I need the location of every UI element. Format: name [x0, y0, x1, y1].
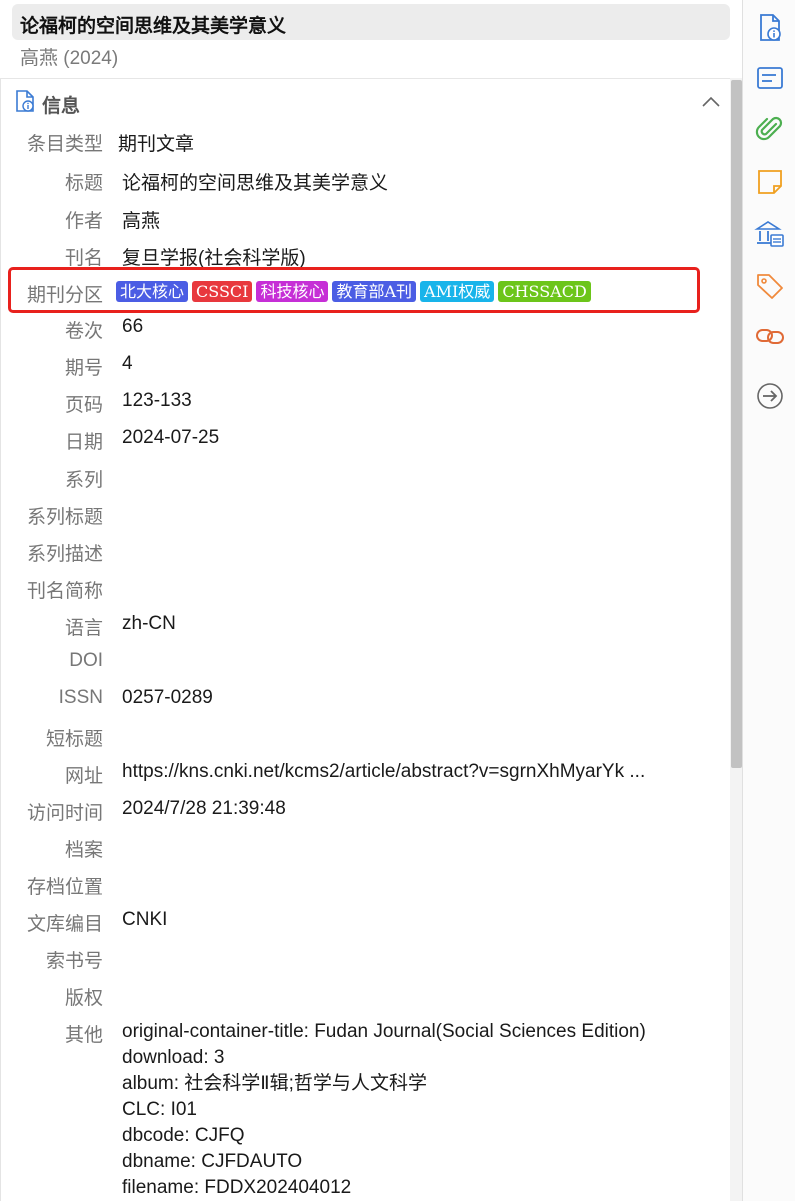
field-row: 日期 2024-07-25: [0, 425, 728, 455]
extra-line: dbcode: CJFQ: [122, 1125, 245, 1146]
field-row: ISSN 0257-0289: [0, 685, 728, 715]
item-header: 论福柯的空间思维及其美学意义 高燕 (2024): [0, 0, 742, 79]
libraries-icon[interactable]: [754, 218, 786, 250]
field-label: 条目类型: [26, 134, 103, 155]
journal-rank-tag: CSSCI: [192, 281, 253, 302]
field-row: 页码 123-133: [0, 388, 728, 418]
field-label: 标题: [64, 173, 103, 194]
field-value[interactable]: https://kns.cnki.net/kcms2/article/abstr…: [122, 761, 645, 783]
field-value[interactable]: 复旦学报(社会科学版): [122, 243, 306, 270]
field-value[interactable]: 66: [122, 316, 143, 338]
field-label: 索书号: [45, 951, 103, 972]
field-label: 页码: [64, 395, 103, 416]
field-row: 卷次 66: [0, 314, 728, 344]
info-icon[interactable]: [754, 12, 786, 44]
field-value[interactable]: 期刊文章: [118, 129, 194, 156]
item-byline: 高燕 (2024): [20, 48, 119, 69]
field-label: 作者: [64, 211, 103, 232]
field-row: 索书号: [0, 944, 728, 974]
field-value[interactable]: 123-133: [122, 390, 192, 412]
field-value[interactable]: zh-CN: [122, 613, 176, 635]
title-box[interactable]: 论福柯的空间思维及其美学意义: [12, 4, 730, 40]
field-row: 系列: [0, 463, 728, 493]
extra-line: album: 社会科学Ⅱ辑;哲学与人文科学: [122, 1073, 427, 1094]
journal-tags: 北大核心 CSSCI 科技核心 教育部A刊 AMI权威 CHSSACD: [116, 281, 591, 303]
field-label: 期号: [64, 358, 103, 379]
field-label: 版权: [64, 988, 103, 1009]
journal-rank-tag: 教育部A刊: [332, 281, 417, 302]
chevron-up-icon[interactable]: [698, 89, 724, 115]
side-navigation: [742, 0, 795, 1201]
field-row: 期号 4: [0, 351, 728, 381]
locate-icon[interactable]: [754, 380, 786, 412]
journal-rank-tag: 科技核心: [256, 281, 329, 302]
field-value[interactable]: 4: [122, 353, 133, 375]
field-value[interactable]: CNKI: [122, 909, 167, 931]
field-value[interactable]: 2024-07-25: [122, 427, 219, 449]
field-row: 条目类型 期刊文章: [0, 127, 728, 157]
extra-line: download: 3: [122, 1047, 225, 1068]
tags-icon[interactable]: [754, 270, 786, 302]
field-label: 网址: [64, 766, 103, 787]
extra-line: dbname: CJFDAUTO: [122, 1151, 303, 1172]
field-row: 访问时间 2024/7/28 21:39:48: [0, 796, 728, 826]
journal-rank-tag: 北大核心: [116, 281, 189, 302]
field-row: 网址 https://kns.cnki.net/kcms2/article/abs…: [0, 759, 728, 789]
field-label: 存档位置: [26, 877, 103, 898]
extra-line: CLC: I01: [122, 1099, 197, 1120]
field-row: DOI: [0, 648, 728, 678]
field-label: 语言: [64, 618, 103, 639]
info-doc-icon: [16, 90, 34, 112]
field-value[interactable]: 高燕: [122, 206, 160, 233]
field-label: 系列描述: [26, 544, 103, 565]
field-label: 其他: [64, 1025, 103, 1046]
item-title[interactable]: 论福柯的空间思维及其美学意义: [20, 11, 286, 38]
field-row: 标题 论福柯的空间思维及其美学意义: [0, 166, 728, 196]
field-label: DOI: [69, 650, 103, 671]
scrollbar-thumb[interactable]: [731, 80, 742, 768]
field-row: 作者 高燕: [0, 204, 728, 234]
field-row: 文库编目 CNKI: [0, 907, 728, 937]
field-row: 系列标题: [0, 500, 728, 530]
field-row: 版权: [0, 981, 728, 1011]
journal-rank-tag: AMI权威: [420, 281, 495, 302]
field-label: 系列标题: [26, 507, 103, 528]
field-value[interactable]: 2024/7/28 21:39:48: [122, 798, 286, 820]
field-value[interactable]: 0257-0289: [122, 687, 213, 709]
field-row: 短标题: [0, 722, 728, 752]
related-icon[interactable]: [754, 320, 786, 352]
field-row: 存档位置: [0, 870, 728, 900]
field-label: 短标题: [45, 729, 103, 750]
field-label: 日期: [64, 432, 103, 453]
field-label: 刊名: [64, 248, 103, 269]
info-section-header[interactable]: 信息: [14, 89, 724, 117]
field-row: 语言 zh-CN: [0, 611, 728, 641]
field-label: 卷次: [64, 321, 103, 342]
notes-icon[interactable]: [754, 166, 786, 198]
field-row: 档案: [0, 833, 728, 863]
field-value[interactable]: 论福柯的空间思维及其美学意义: [122, 168, 388, 195]
field-label: 文库编目: [26, 914, 103, 935]
extra-field-value[interactable]: original-container-title: Fudan Journal(…: [122, 1019, 646, 1201]
section-title: 信息: [42, 96, 81, 117]
journal-rank-tag: CHSSACD: [498, 281, 591, 302]
field-label: 档案: [64, 840, 103, 861]
attachments-icon[interactable]: [754, 114, 786, 146]
field-label: 访问时间: [26, 803, 103, 824]
field-row: 刊名简称: [0, 574, 728, 604]
field-row: 系列描述: [0, 537, 728, 567]
field-label: ISSN: [58, 687, 103, 708]
field-label: 系列: [64, 470, 103, 491]
field-label: 刊名简称: [26, 581, 103, 602]
extra-line: original-container-title: Fudan Journal(…: [122, 1021, 646, 1042]
abstract-icon[interactable]: [754, 62, 786, 94]
extra-line: filename: FDDX202404012: [122, 1177, 352, 1198]
